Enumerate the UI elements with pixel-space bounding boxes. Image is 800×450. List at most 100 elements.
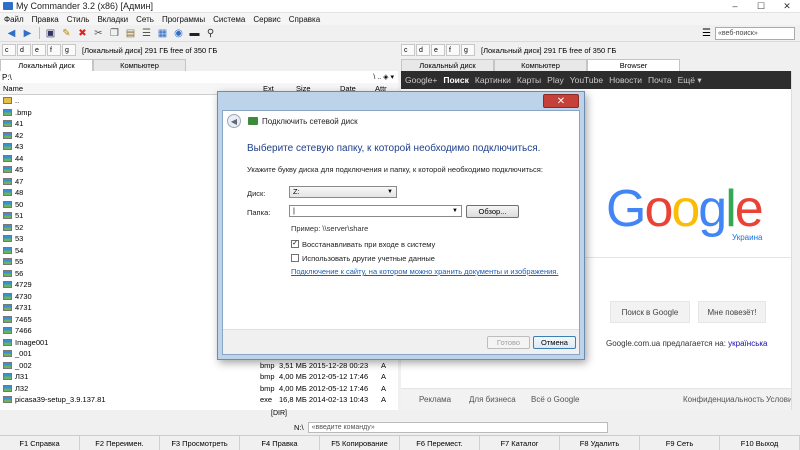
f8-delete-button[interactable]: F8 Удалить bbox=[560, 436, 640, 450]
find-icon[interactable]: ⚲ bbox=[203, 26, 218, 40]
back-icon[interactable]: ◀ bbox=[4, 26, 19, 40]
column-name[interactable]: Name bbox=[3, 84, 23, 93]
file-row[interactable]: _002 bmp 3,51 МБ 2015-12-28 00:23 A bbox=[0, 360, 398, 372]
f2-rename-button[interactable]: F2 Переимен. bbox=[80, 436, 160, 450]
copy-icon[interactable]: ❐ bbox=[107, 26, 122, 40]
finish-button[interactable]: Готово bbox=[487, 336, 530, 349]
dropdown-arrow-icon[interactable]: ▼ bbox=[452, 206, 458, 216]
f7-mkdir-button[interactable]: F7 Каталог bbox=[480, 436, 560, 450]
drive-button-c[interactable]: c bbox=[401, 44, 415, 56]
edit-icon[interactable]: ✎ bbox=[59, 26, 74, 40]
dialog-close-button[interactable]: ✕ bbox=[543, 94, 579, 108]
footer-about[interactable]: Всё о Google bbox=[531, 395, 579, 404]
nav-images[interactable]: Картинки bbox=[475, 75, 511, 85]
dropdown-arrow-icon: ▼ bbox=[387, 189, 393, 195]
back-arrow-icon[interactable]: ◀ bbox=[227, 114, 241, 128]
tab-local-disk[interactable]: Локальный диск bbox=[0, 59, 93, 71]
drive-select[interactable]: Z: ▼ bbox=[289, 186, 397, 198]
menu-system[interactable]: Система bbox=[213, 15, 245, 24]
image-file-icon bbox=[3, 212, 12, 220]
footer-business[interactable]: Для бизнеса bbox=[469, 395, 516, 404]
f9-network-button[interactable]: F9 Сеть bbox=[640, 436, 720, 450]
menu-network[interactable]: Сеть bbox=[136, 15, 154, 24]
drive-button-c[interactable]: c bbox=[2, 44, 16, 56]
nav-mail[interactable]: Почта bbox=[648, 75, 672, 85]
feeling-lucky-button[interactable]: Мне повезёт! bbox=[698, 301, 766, 323]
browser-scrollbar[interactable] bbox=[791, 71, 800, 410]
menu-file[interactable]: Файл bbox=[4, 15, 24, 24]
drive-button-d[interactable]: d bbox=[17, 44, 31, 56]
cancel-button[interactable]: Отмена bbox=[533, 336, 576, 349]
f3-view-button[interactable]: F3 Просмотреть bbox=[160, 436, 240, 450]
file-row[interactable]: Л32 bmp 4,00 МБ 2012-05-12 17:46 A bbox=[0, 383, 398, 395]
left-drive-bar: c d e f g [Локальный диск] 291 ГБ free o… bbox=[2, 43, 398, 57]
other-credentials-label[interactable]: Использовать другие учетные данные bbox=[302, 254, 435, 263]
nav-more[interactable]: Ещё ▾ bbox=[678, 75, 702, 86]
nav-play[interactable]: Play bbox=[547, 75, 564, 85]
connect-website-link[interactable]: Подключение к сайту, на котором можно хр… bbox=[291, 267, 558, 276]
f1-help-button[interactable]: F1 Справка bbox=[0, 436, 80, 450]
tab-browser[interactable]: Browser bbox=[587, 59, 680, 71]
save-icon[interactable]: ▣ bbox=[43, 26, 58, 40]
drive-button-e[interactable]: e bbox=[32, 44, 46, 56]
path-nav-icons[interactable]: \ .. ◈ ▾ bbox=[373, 73, 394, 81]
file-ext: bmp bbox=[260, 360, 275, 370]
drive-button-g[interactable]: g bbox=[62, 44, 76, 56]
f5-copy-button[interactable]: F5 Копирование bbox=[320, 436, 400, 450]
file-row[interactable]: picasa39-setup_3.9.137.81 exe 16,8 МБ 2014… bbox=[0, 394, 398, 406]
delete-icon[interactable]: ✖ bbox=[75, 26, 90, 40]
image-file-icon bbox=[3, 396, 12, 404]
minimize-button[interactable]: – bbox=[722, 0, 748, 13]
image-file-icon bbox=[3, 373, 12, 381]
file-row[interactable]: Л31 bmp 4,00 МБ 2012-05-12 17:46 A bbox=[0, 371, 398, 383]
hamburger-menu-icon[interactable]: ☰ bbox=[702, 28, 711, 39]
image-file-icon bbox=[3, 131, 12, 139]
tab-computer[interactable]: Компьютер bbox=[494, 59, 587, 71]
reconnect-checkbox[interactable]: ✓ bbox=[291, 240, 299, 248]
menu-style[interactable]: Стиль bbox=[67, 15, 90, 24]
drive-button-d[interactable]: d bbox=[416, 44, 430, 56]
footer-privacy[interactable]: Конфиденциальность bbox=[683, 395, 764, 404]
nav-google-plus[interactable]: Google+ bbox=[405, 75, 437, 85]
f6-move-button[interactable]: F6 Перемест. bbox=[400, 436, 480, 450]
terminal-icon[interactable]: ▬ bbox=[187, 26, 202, 40]
menu-edit[interactable]: Правка bbox=[32, 15, 59, 24]
command-input[interactable]: «введите команду» bbox=[307, 422, 608, 433]
nav-youtube[interactable]: YouTube bbox=[570, 75, 603, 85]
nav-maps[interactable]: Карты bbox=[517, 75, 541, 85]
maximize-button[interactable]: ☐ bbox=[748, 0, 774, 13]
f10-exit-button[interactable]: F10 Выход bbox=[720, 436, 800, 450]
drive-button-g[interactable]: g bbox=[461, 44, 475, 56]
menu-help[interactable]: Справка bbox=[289, 15, 320, 24]
title-bar: My Commander 3.2 (x86) [Админ] – ☐ ✕ bbox=[0, 0, 800, 13]
tab-local-disk[interactable]: Локальный диск bbox=[401, 59, 494, 71]
nav-news[interactable]: Новости bbox=[609, 75, 642, 85]
menu-tabs[interactable]: Вкладки bbox=[97, 15, 128, 24]
drive-button-e[interactable]: e bbox=[431, 44, 445, 56]
tab-computer[interactable]: Компьютер bbox=[93, 59, 186, 71]
properties-icon[interactable]: ☰ bbox=[139, 26, 154, 40]
panel-status: [DIR] bbox=[0, 410, 398, 421]
close-button[interactable]: ✕ bbox=[774, 0, 800, 13]
paste-icon[interactable]: ▤ bbox=[123, 26, 138, 40]
forward-icon[interactable]: ▶ bbox=[20, 26, 35, 40]
google-search-button[interactable]: Поиск в Google bbox=[610, 301, 690, 323]
f4-edit-button[interactable]: F4 Правка bbox=[240, 436, 320, 450]
network-drive-icon[interactable]: ◉ bbox=[171, 26, 186, 40]
footer-ads[interactable]: Реклама bbox=[419, 395, 451, 404]
cut-icon[interactable]: ✂ bbox=[91, 26, 106, 40]
drive-button-f[interactable]: f bbox=[446, 44, 460, 56]
dialog-title: Подключить сетевой диск bbox=[262, 116, 358, 126]
offered-lang-link[interactable]: українська bbox=[728, 339, 767, 348]
folder-input[interactable]: | ▼ bbox=[289, 205, 462, 217]
web-search-input[interactable]: «веб-поиск» bbox=[715, 27, 795, 40]
other-credentials-checkbox[interactable] bbox=[291, 254, 299, 262]
drive-button-f[interactable]: f bbox=[47, 44, 61, 56]
image-file-icon bbox=[3, 350, 12, 358]
rename-icon[interactable]: ▦ bbox=[155, 26, 170, 40]
menu-service[interactable]: Сервис bbox=[253, 15, 280, 24]
menu-programs[interactable]: Программы bbox=[162, 15, 205, 24]
reconnect-label[interactable]: Восстанавливать при входе в систему bbox=[302, 240, 435, 249]
browse-button[interactable]: Обзор... bbox=[466, 205, 519, 218]
nav-search[interactable]: Поиск bbox=[443, 75, 469, 85]
